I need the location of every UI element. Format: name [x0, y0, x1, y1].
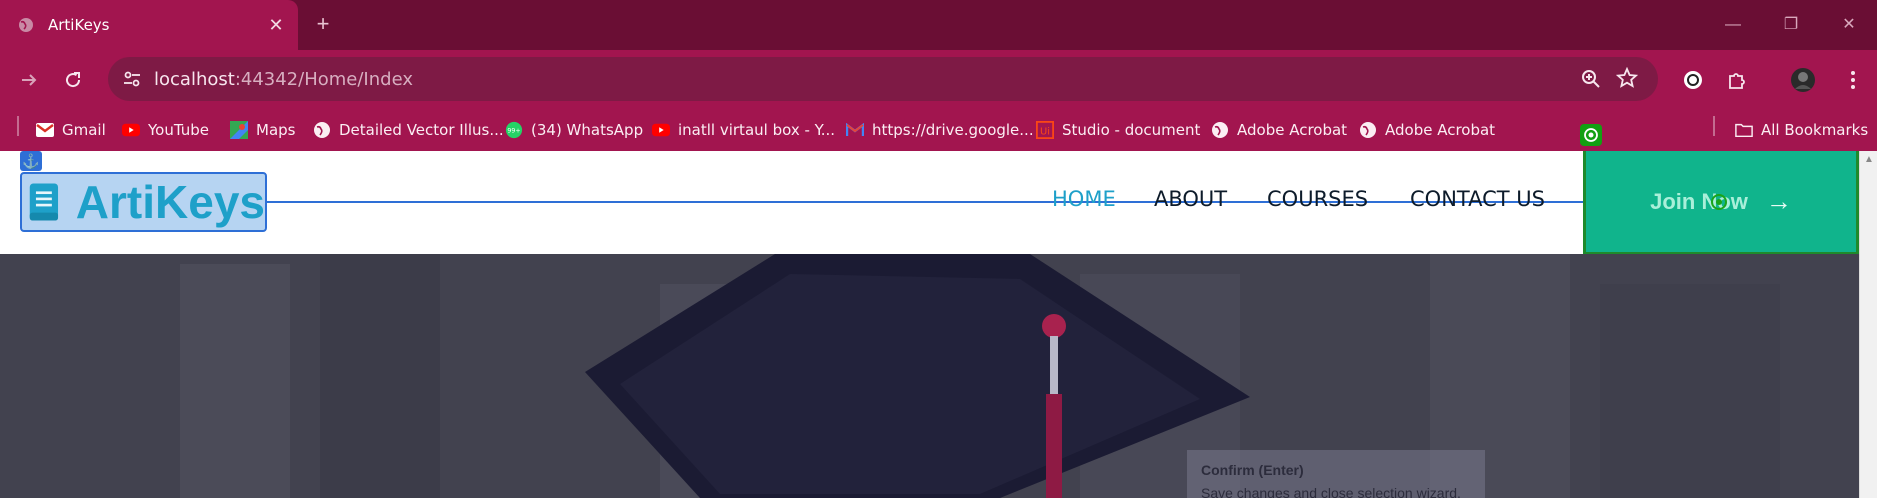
- gmail-icon: [846, 121, 864, 139]
- arrow-right-icon: →: [1765, 186, 1792, 216]
- tooltip-body: Save changes and close selection wizard.: [1201, 485, 1461, 498]
- profile-avatar[interactable]: [1788, 65, 1818, 95]
- browser-tab[interactable]: ArtiKeys ✕: [0, 0, 298, 50]
- reload-icon[interactable]: [58, 65, 88, 95]
- window-close-button[interactable]: ✕: [1834, 12, 1864, 38]
- bookmark-youtube[interactable]: YouTube: [122, 117, 209, 143]
- new-tab-button[interactable]: +: [310, 12, 336, 38]
- extension-circle-icon[interactable]: [1678, 65, 1708, 95]
- svg-text:Ui: Ui: [1040, 127, 1050, 138]
- globe-icon: [1211, 121, 1229, 139]
- whatsapp-icon: 99+: [505, 121, 523, 139]
- site-settings-icon[interactable]: [122, 69, 142, 89]
- bookmark-google-drive[interactable]: https://drive.google...: [846, 117, 1034, 143]
- nav-about[interactable]: ABOUT: [1154, 187, 1227, 211]
- confirm-tooltip: Confirm (Enter) Save changes and close s…: [1187, 450, 1485, 498]
- folder-icon: [1735, 121, 1753, 139]
- youtube-icon: [122, 121, 140, 139]
- globe-icon: [1359, 121, 1377, 139]
- join-now-label: Join Now: [1650, 188, 1748, 214]
- anchor-icon[interactable]: ⚓: [20, 151, 42, 171]
- maps-icon: [230, 121, 248, 139]
- browser-titlebar: ArtiKeys ✕ + — ❐ ✕: [0, 0, 1877, 50]
- nav-home[interactable]: HOME: [1052, 187, 1116, 211]
- nav-courses[interactable]: COURSES: [1267, 187, 1368, 211]
- uipath-icon: Ui: [1036, 121, 1054, 139]
- menu-kebab-icon[interactable]: [1838, 65, 1868, 95]
- bookmarks-divider: [1713, 116, 1715, 136]
- bookmark-vector-illustration[interactable]: Detailed Vector Illus...: [313, 117, 504, 143]
- tab-title: ArtiKeys: [48, 16, 110, 34]
- bookmark-adobe-acrobat-2[interactable]: Adobe Acrobat: [1359, 117, 1495, 143]
- bookmark-maps[interactable]: Maps: [230, 117, 295, 143]
- nav-contact-us[interactable]: CONTACT US: [1410, 187, 1545, 211]
- bookmark-virtualbox[interactable]: inatll virtaul box - Y...: [652, 117, 835, 143]
- web-page: ArtiKeys HOME ABOUT COURSES CONTACT US J…: [0, 151, 1877, 498]
- brand-logo[interactable]: ArtiKeys: [20, 172, 267, 232]
- extensions-puzzle-icon[interactable]: [1722, 65, 1752, 95]
- bookmark-studio-document[interactable]: Ui Studio - document: [1036, 117, 1200, 143]
- bookmark-whatsapp[interactable]: 99+ (34) WhatsApp: [505, 117, 643, 143]
- bookmark-adobe-acrobat-1[interactable]: Adobe Acrobat: [1211, 117, 1347, 143]
- hero-image: Confirm (Enter) Save changes and close s…: [0, 254, 1877, 498]
- url-text: localhost:44342/Home/Index: [154, 69, 413, 90]
- scroll-up-icon[interactable]: ▲: [1860, 151, 1877, 169]
- globe-icon: [313, 121, 331, 139]
- minimize-button[interactable]: —: [1718, 12, 1748, 38]
- bookmarks-divider: [17, 116, 19, 136]
- youtube-icon: [652, 121, 670, 139]
- globe-icon: [18, 17, 34, 33]
- target-marker-icon: [1708, 191, 1730, 213]
- brand-name: ArtiKeys: [75, 176, 265, 228]
- page-scrollbar[interactable]: ▲: [1859, 151, 1877, 498]
- tab-close-icon[interactable]: ✕: [264, 15, 288, 36]
- tooltip-title: Confirm (Enter): [1201, 462, 1304, 478]
- selection-guide-line: [267, 201, 1583, 203]
- bookmark-gmail[interactable]: Gmail: [36, 117, 106, 143]
- svg-text:99+: 99+: [507, 128, 520, 135]
- address-bar[interactable]: localhost:44342/Home/Index: [108, 57, 1658, 101]
- forward-icon[interactable]: [14, 65, 44, 95]
- all-bookmarks-button[interactable]: All Bookmarks: [1735, 117, 1868, 143]
- book-icon: [29, 183, 59, 221]
- browser-toolbar: localhost:44342/Home/Index: [0, 50, 1877, 109]
- restore-button[interactable]: ❐: [1776, 12, 1806, 38]
- gmail-icon: [36, 121, 54, 139]
- site-navbar: ArtiKeys HOME ABOUT COURSES CONTACT US J…: [0, 151, 1877, 255]
- target-icon[interactable]: [1580, 124, 1602, 146]
- bookmark-star-icon[interactable]: [1615, 66, 1639, 89]
- zoom-icon[interactable]: [1580, 68, 1602, 90]
